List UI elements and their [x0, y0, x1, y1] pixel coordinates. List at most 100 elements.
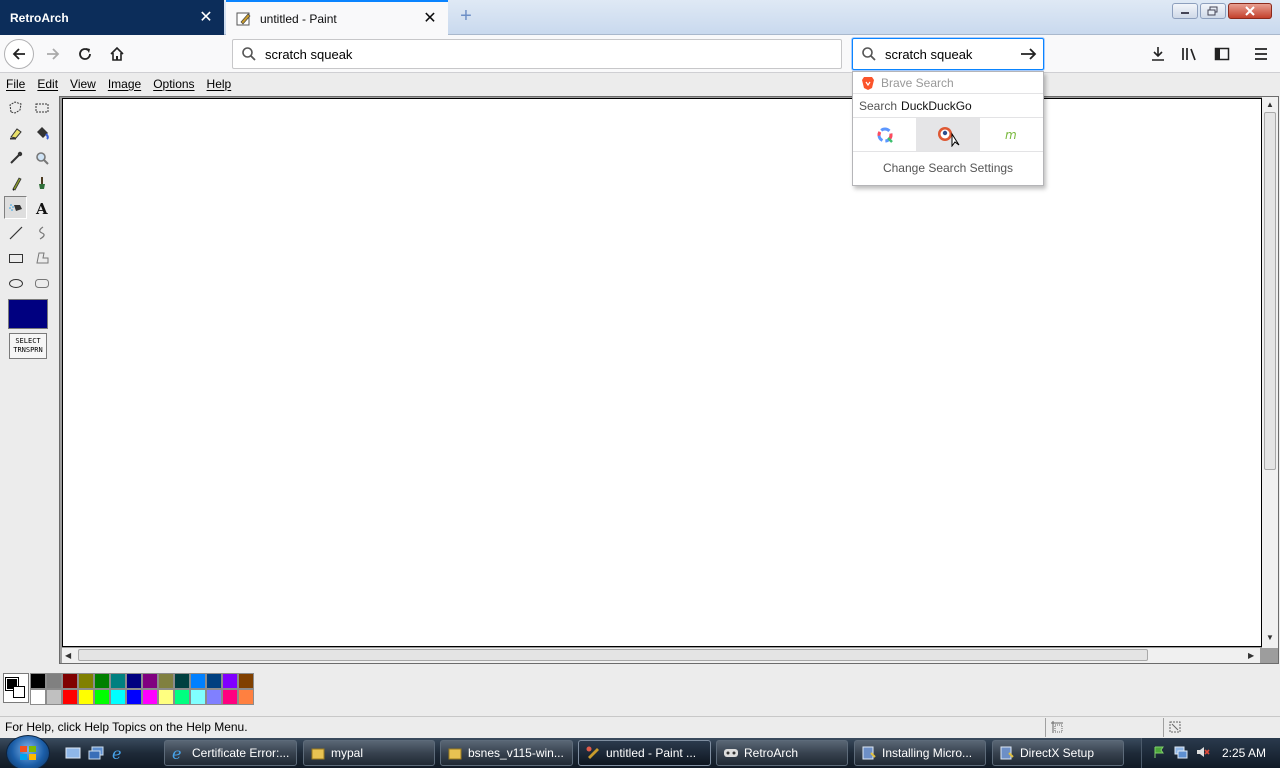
color-swatch[interactable]: [94, 673, 110, 689]
back-button[interactable]: [4, 39, 34, 69]
menu-file[interactable]: File: [4, 77, 27, 91]
search-go-arrow-icon[interactable]: [1015, 40, 1043, 68]
reload-button[interactable]: [70, 39, 100, 69]
task-paint[interactable]: untitled - Paint ...: [578, 740, 711, 766]
color-swatch[interactable]: [222, 689, 238, 705]
action-center-flag-icon[interactable]: [1152, 745, 1166, 762]
rect-select-tool-icon[interactable]: [30, 96, 53, 119]
fill-bucket-tool-icon[interactable]: [30, 121, 53, 144]
airbrush-size-preview[interactable]: [8, 299, 48, 329]
color-swatch[interactable]: [62, 673, 78, 689]
forward-button[interactable]: [38, 39, 68, 69]
text-tool-icon[interactable]: A: [30, 196, 53, 219]
search-bar[interactable]: scratch squeak: [852, 38, 1044, 70]
color-swatch[interactable]: [30, 689, 46, 705]
color-swatch[interactable]: [190, 689, 206, 705]
internet-explorer-icon[interactable]: e: [110, 744, 128, 762]
color-swatch[interactable]: [206, 673, 222, 689]
rectangle-tool-icon[interactable]: [4, 246, 27, 269]
start-button[interactable]: [6, 735, 50, 768]
task-directx-setup[interactable]: DirectX Setup: [992, 740, 1124, 766]
menu-edit[interactable]: Edit: [35, 77, 60, 91]
free-form-select-tool-icon[interactable]: [4, 96, 27, 119]
magnifier-tool-icon[interactable]: [30, 146, 53, 169]
task-mypal[interactable]: mypal: [303, 740, 435, 766]
restore-button[interactable]: [1200, 3, 1226, 19]
horizontal-scroll-thumb[interactable]: [78, 649, 1148, 661]
color-swatch[interactable]: [158, 673, 174, 689]
downloads-icon[interactable]: [1145, 41, 1171, 67]
scroll-right-arrow-icon[interactable]: ▶: [1248, 651, 1254, 660]
eraser-tool-icon[interactable]: [4, 121, 27, 144]
url-bar[interactable]: scratch squeak: [232, 39, 842, 69]
selection-size-icon: [1169, 721, 1180, 733]
task-label: DirectX Setup: [1020, 746, 1095, 760]
color-swatch[interactable]: [158, 689, 174, 705]
show-desktop-icon[interactable]: [64, 744, 82, 762]
network-icon[interactable]: [1174, 745, 1188, 762]
tab-retroarch[interactable]: RetroArch ✕: [0, 0, 224, 35]
menu-view[interactable]: View: [68, 77, 98, 91]
clock[interactable]: 2:25 AM: [1222, 746, 1266, 760]
scroll-down-arrow-icon[interactable]: ▼: [1266, 633, 1274, 642]
menu-options[interactable]: Options: [151, 77, 196, 91]
new-tab-button[interactable]: +: [455, 5, 477, 27]
color-swatch[interactable]: [78, 673, 94, 689]
pencil-tool-icon[interactable]: [4, 171, 27, 194]
line-tool-icon[interactable]: [4, 221, 27, 244]
color-swatch[interactable]: [190, 673, 206, 689]
tab-paint[interactable]: untitled - Paint ✕: [226, 0, 448, 35]
color-swatch[interactable]: [126, 673, 142, 689]
airbrush-tool-icon[interactable]: [4, 196, 27, 219]
color-swatch[interactable]: [110, 689, 126, 705]
drawing-canvas[interactable]: [62, 98, 1262, 647]
hamburger-menu-icon[interactable]: [1248, 41, 1274, 67]
rounded-rectangle-tool-icon[interactable]: [30, 271, 53, 294]
color-swatch[interactable]: [46, 673, 62, 689]
color-swatch[interactable]: [62, 689, 78, 705]
task-bsnes[interactable]: bsnes_v115-win...: [440, 740, 573, 766]
color-swatch[interactable]: [46, 689, 62, 705]
engine-mojeek[interactable]: m: [980, 118, 1043, 151]
color-picker-tool-icon[interactable]: [4, 146, 27, 169]
color-swatch[interactable]: [238, 689, 254, 705]
menu-help[interactable]: Help: [205, 77, 234, 91]
select-transparent-option[interactable]: SELECT TRNSPRN: [9, 333, 47, 359]
home-button[interactable]: [102, 39, 132, 69]
vertical-scroll-thumb[interactable]: [1264, 112, 1276, 470]
color-swatch[interactable]: [174, 689, 190, 705]
color-swatch[interactable]: [142, 689, 158, 705]
scroll-up-arrow-icon[interactable]: ▲: [1266, 100, 1274, 109]
volume-muted-icon[interactable]: [1196, 745, 1210, 762]
library-icon[interactable]: [1177, 41, 1203, 67]
color-swatch[interactable]: [30, 673, 46, 689]
menu-image[interactable]: Image: [106, 77, 143, 91]
close-window-button[interactable]: [1228, 3, 1272, 19]
current-engine-row[interactable]: Brave Search: [853, 72, 1043, 94]
polygon-tool-icon[interactable]: [30, 246, 53, 269]
color-swatch[interactable]: [206, 689, 222, 705]
curve-tool-icon[interactable]: [30, 221, 53, 244]
close-tab-icon[interactable]: ✕: [422, 10, 438, 27]
task-installing-micro[interactable]: Installing Micro...: [854, 740, 986, 766]
close-tab-icon[interactable]: ✕: [198, 9, 214, 26]
engine-qwant[interactable]: [853, 118, 916, 151]
color-swatch[interactable]: [238, 673, 254, 689]
color-swatch[interactable]: [110, 673, 126, 689]
task-certificate-error[interactable]: e Certificate Error:...: [164, 740, 297, 766]
color-swatch[interactable]: [174, 673, 190, 689]
task-retroarch[interactable]: RetroArch: [716, 740, 848, 766]
scroll-left-arrow-icon[interactable]: ◀: [65, 651, 71, 660]
ellipse-tool-icon[interactable]: [4, 271, 27, 294]
color-swatch[interactable]: [78, 689, 94, 705]
sidebar-icon[interactable]: [1209, 41, 1235, 67]
color-swatch[interactable]: [142, 673, 158, 689]
color-swatch[interactable]: [94, 689, 110, 705]
brush-tool-icon[interactable]: [30, 171, 53, 194]
engine-duckduckgo[interactable]: [916, 118, 980, 151]
color-swatch[interactable]: [222, 673, 238, 689]
minimize-button[interactable]: [1172, 3, 1198, 19]
change-search-settings[interactable]: Change Search Settings: [853, 152, 1043, 184]
switch-windows-icon[interactable]: [87, 744, 105, 762]
color-swatch[interactable]: [126, 689, 142, 705]
